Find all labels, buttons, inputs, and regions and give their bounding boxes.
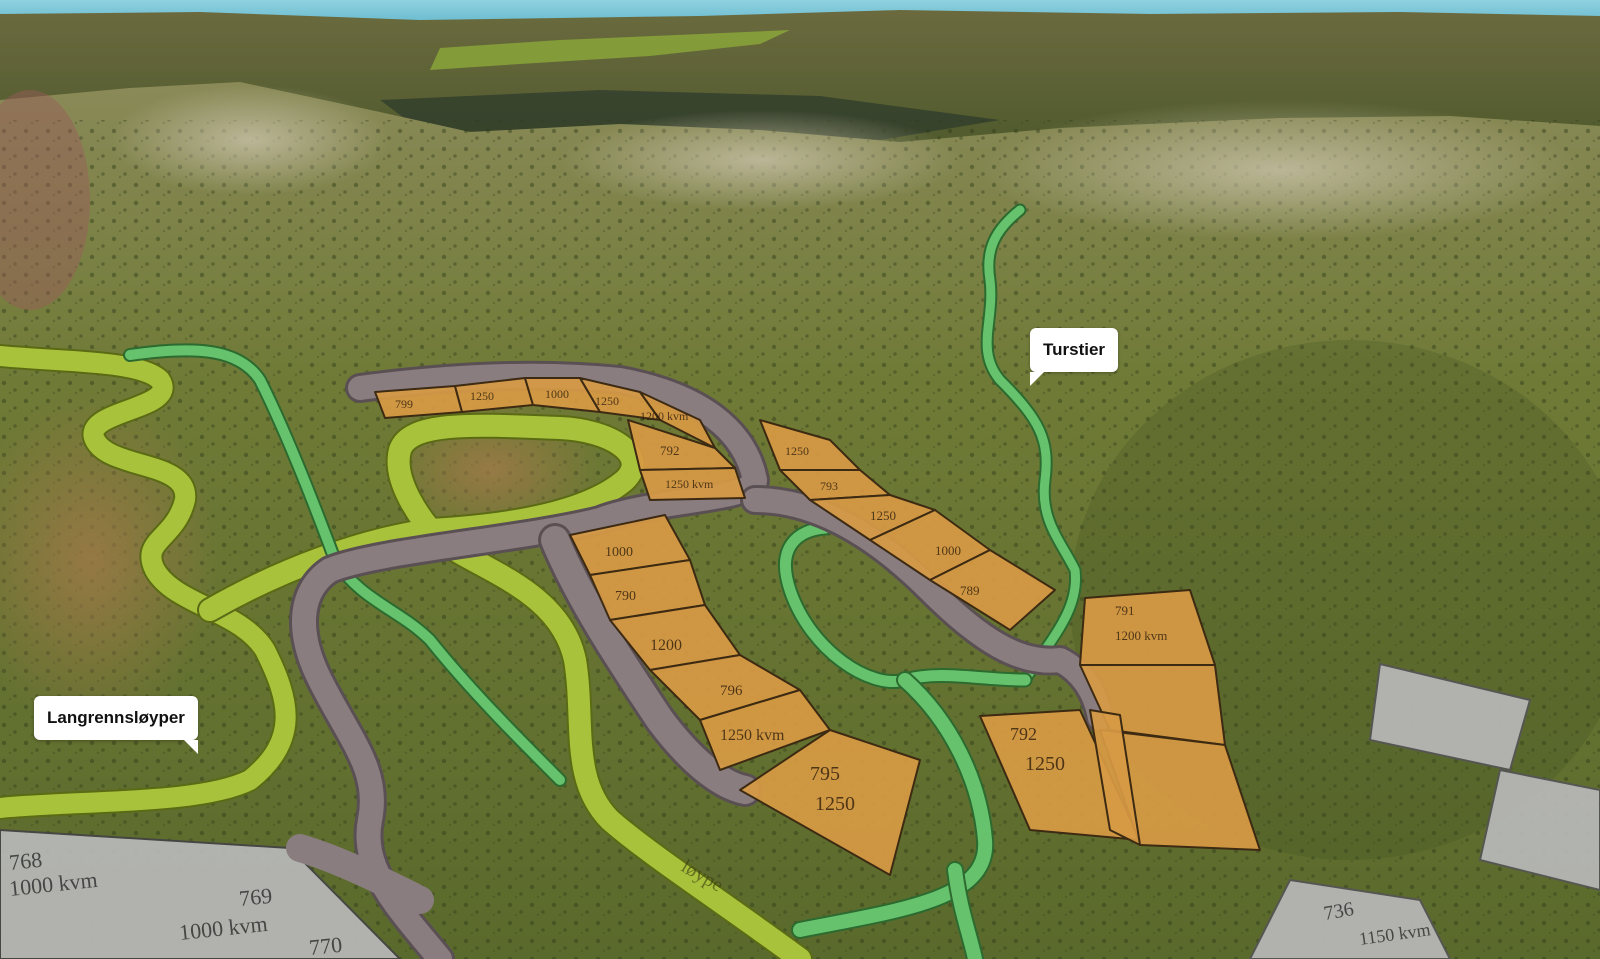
plot-label: 799	[395, 397, 413, 411]
hiking-trails-callout: Turstier	[1030, 328, 1119, 386]
plot-label: 770	[308, 932, 343, 959]
plot-label: 1000	[605, 545, 633, 560]
rock-outcrop	[980, 100, 1580, 240]
plot-label: 1250	[870, 508, 896, 523]
plot-label: 1250	[595, 394, 619, 408]
rock-outcrop	[560, 110, 960, 210]
plot-a1[interactable]	[374, 385, 463, 419]
plot-label: 1250	[1025, 753, 1065, 775]
plot-label: 792	[1010, 724, 1037, 744]
plot-label: 795	[810, 763, 840, 785]
plot-label: 1250	[470, 389, 494, 403]
plot-label: 1000	[935, 543, 961, 558]
plot-label: 790	[615, 589, 636, 604]
plot-label: 1200 kvm	[640, 409, 689, 423]
plot-label: 796	[720, 683, 743, 699]
plot-label: 792	[660, 443, 680, 458]
plot-label: 769	[238, 883, 273, 911]
plot-label: 793	[820, 479, 838, 493]
terrain-map[interactable]: 768 1000 kvm 769 1000 kvm 770 736 1150 k…	[0, 0, 1600, 959]
plot-label: 1250	[785, 444, 809, 458]
plot-label: 1250 kvm	[665, 477, 714, 491]
plot-label: 1250 kvm	[720, 727, 785, 744]
plot-label: 1200 kvm	[1115, 628, 1167, 643]
plot-label: 791	[1115, 603, 1135, 618]
rock-outcrop	[110, 85, 390, 195]
ski-trails-callout: Langrennsløyper	[34, 696, 198, 754]
plot-label: 1200	[650, 637, 682, 654]
plot-label: 768	[8, 847, 43, 875]
plot-label: 1250	[815, 793, 855, 815]
plot-label: 1000	[545, 387, 569, 401]
plot-label: 789	[960, 583, 980, 598]
